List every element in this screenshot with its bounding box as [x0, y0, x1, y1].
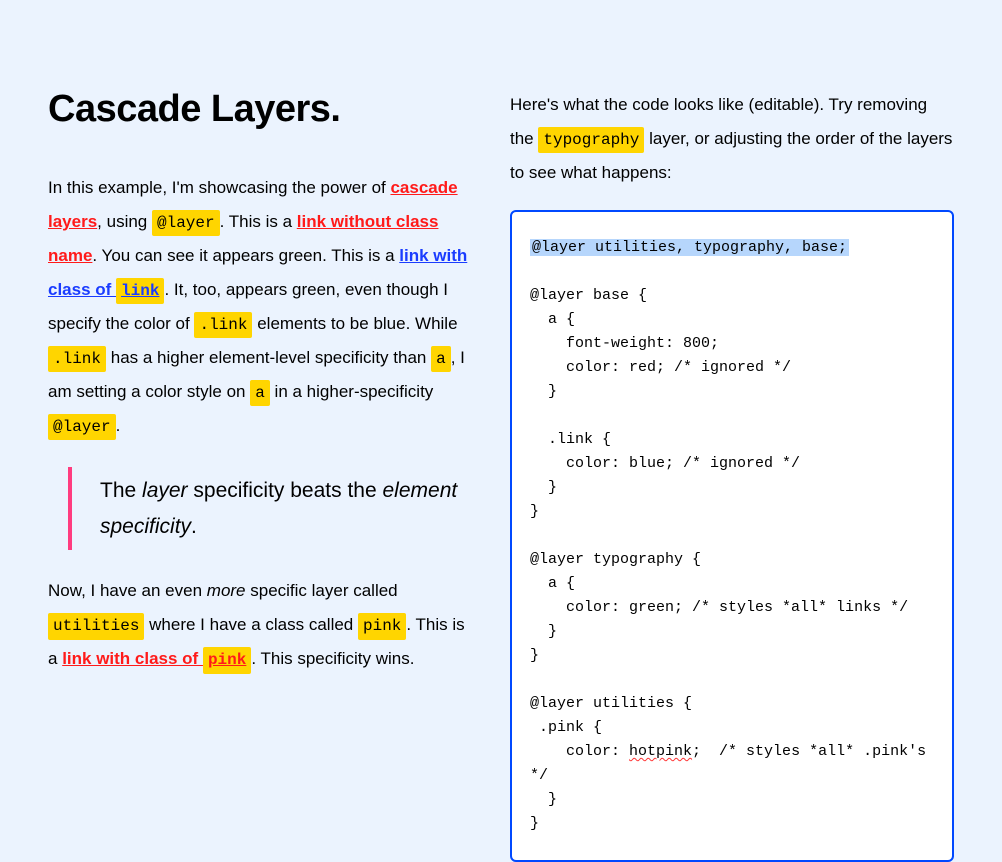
text: Now, I have an even — [48, 581, 207, 600]
code-line: font-weight: 800; — [530, 335, 719, 352]
code-content[interactable]: @layer utilities, typography, base; @lay… — [530, 236, 934, 836]
code-line: a { — [530, 575, 575, 592]
code-dotlink: .link — [194, 312, 252, 338]
text: . This is a — [220, 212, 297, 231]
code-link: link — [116, 278, 164, 304]
code-line: color: green; /* styles *all* links */ — [530, 599, 908, 616]
link-with-class-pink[interactable]: link with class of pink — [62, 649, 251, 668]
code-line: } — [530, 503, 539, 520]
paragraph-1: In this example, I'm showcasing the powe… — [48, 171, 478, 443]
code-pink: pink — [203, 647, 251, 673]
intro-paragraph: Here's what the code looks like (editabl… — [510, 88, 954, 190]
code-spellcheck-squiggle: hotpink — [629, 743, 692, 760]
code-utilities: utilities — [48, 613, 144, 639]
text: . — [191, 515, 197, 538]
code-line: @layer utilities { — [530, 695, 692, 712]
page: Cascade Layers. In this example, I'm sho… — [0, 0, 1002, 853]
text: specific layer called — [246, 581, 398, 600]
code-line-highlighted: @layer utilities, typography, base; — [530, 239, 849, 256]
code-line: @layer typography { — [530, 551, 701, 568]
code-line: color: blue; /* ignored */ — [530, 455, 800, 472]
page-title: Cascade Layers. — [48, 88, 478, 131]
code-line: } — [530, 647, 539, 664]
text: , using — [97, 212, 152, 231]
text: where I have a class called — [144, 615, 358, 634]
code-typography: typography — [538, 127, 644, 153]
code-line: } — [530, 479, 557, 496]
code-a: a — [250, 380, 270, 406]
code-layer: @layer — [48, 414, 116, 440]
code-pink: pink — [358, 613, 406, 639]
blockquote: The layer specificity beats the element … — [68, 467, 478, 550]
text: has a higher element-level specificity t… — [106, 348, 431, 367]
text: . — [116, 416, 121, 435]
text: in a higher-specificity — [270, 382, 433, 401]
text: specificity beats the — [188, 479, 383, 502]
text: In this example, I'm showcasing the powe… — [48, 178, 390, 197]
code-editor[interactable]: @layer utilities, typography, base; @lay… — [510, 210, 954, 862]
code-line: } — [530, 791, 557, 808]
code-a: a — [431, 346, 451, 372]
code-line: a { — [530, 311, 575, 328]
text: elements to be blue. While — [252, 314, 457, 333]
code-line: .link { — [530, 431, 611, 448]
code-line: } — [530, 815, 539, 832]
right-column: Here's what the code looks like (editabl… — [510, 48, 954, 805]
code-dotlink: .link — [48, 346, 106, 372]
code-line: color: red; /* ignored */ — [530, 359, 791, 376]
paragraph-2: Now, I have an even more specific layer … — [48, 574, 478, 676]
link-text: link with class of — [62, 649, 203, 668]
code-line: .pink { — [530, 719, 602, 736]
code-line: color: — [530, 743, 629, 760]
code-layer: @layer — [152, 210, 220, 236]
code-line: } — [530, 623, 557, 640]
emphasis: layer — [142, 479, 188, 502]
text: The — [100, 479, 142, 502]
left-column: Cascade Layers. In this example, I'm sho… — [48, 48, 478, 805]
code-line: @layer base { — [530, 287, 647, 304]
text: . You can see it appears green. This is … — [92, 246, 399, 265]
text: . This specificity wins. — [251, 649, 414, 668]
emphasis: more — [207, 581, 246, 600]
code-line: } — [530, 383, 557, 400]
